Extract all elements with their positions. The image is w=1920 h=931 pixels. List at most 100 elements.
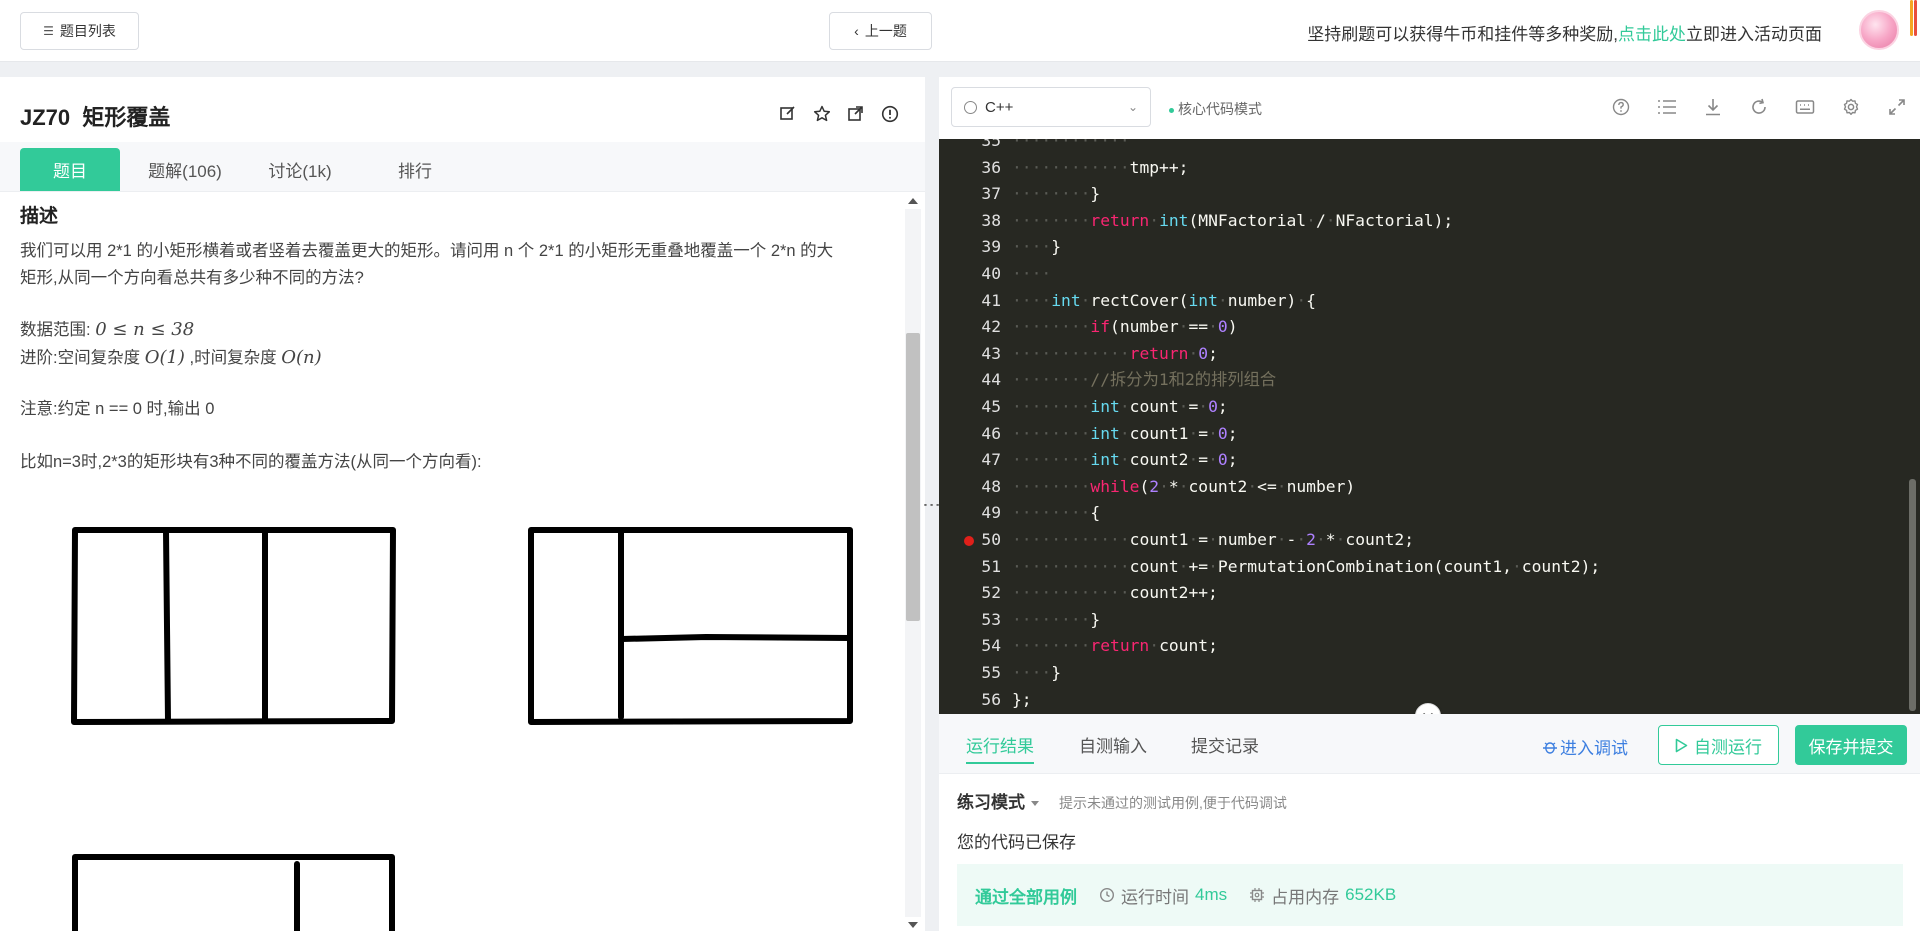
- code-line[interactable]: 38 ········return·int(MNFactorial·/·NFact…: [939, 208, 1920, 234]
- code-line[interactable]: 50 ············count1·=·number·-·2·*·coun…: [939, 527, 1920, 553]
- editor-toolbar: C++ ⌄ 核心代码模式: [939, 77, 1920, 139]
- problem-description: 描述 我们可以用 2*1 的小矩形横着或者竖着去覆盖更大的矩形。请问用 n 个 …: [20, 203, 890, 476]
- scroll-thumb[interactable]: [906, 333, 920, 621]
- edge-decoration: [1910, 0, 1920, 36]
- advance-mid: ,时间复杂度: [189, 349, 277, 367]
- line-number: 35: [981, 139, 1001, 150]
- line-number: 44: [981, 370, 1001, 390]
- editor-tools: [1611, 97, 1907, 117]
- result-tabs-bar: 运行结果 自测输入 提交记录 进入调试 自测运行 保存并提交: [939, 714, 1920, 774]
- code-text: ········int·count2·=·0;: [1012, 450, 1238, 470]
- problem-list-label: 题目列表: [59, 23, 116, 39]
- code-line[interactable]: 35 ············: [939, 139, 1920, 154]
- tiling-illustration-3: [72, 854, 395, 931]
- desc-line-1: 我们可以用 2*1 的小矩形横着或者竖着去覆盖更大的矩形。请问用 n 个 2*1…: [20, 242, 834, 260]
- code-text: };: [1012, 689, 1032, 709]
- code-line[interactable]: 40 ····: [939, 261, 1920, 287]
- language-icon: [964, 100, 977, 114]
- line-number: 51: [981, 556, 1001, 576]
- save-and-submit-button[interactable]: 保存并提交: [1795, 725, 1907, 765]
- code-line[interactable]: 49 ········{: [939, 500, 1920, 526]
- tab-problem[interactable]: 题目: [20, 148, 120, 191]
- code-line[interactable]: 36 ············tmp++;: [939, 155, 1920, 181]
- list-icon: ☰: [43, 24, 54, 38]
- runtime-value: 4ms: [1195, 885, 1228, 904]
- code-text: ····: [1012, 264, 1052, 283]
- reset-icon[interactable]: [1749, 97, 1769, 117]
- self-test-run-button[interactable]: 自测运行: [1658, 725, 1779, 765]
- code-line[interactable]: 54 ········return·count;: [939, 633, 1920, 659]
- code-line[interactable]: 37 ········}: [939, 181, 1920, 207]
- scroll-down-arrow[interactable]: [908, 922, 918, 928]
- prev-problem-button[interactable]: ‹ 上一题: [829, 12, 932, 50]
- code-text: ········return·int(MNFactorial·/·NFactor…: [1012, 210, 1454, 230]
- prev-problem-label: 上一题: [864, 23, 907, 39]
- example-text: 比如n=3时,2*3的矩形块有3种不同的覆盖方法(从同一个方向看):: [20, 453, 482, 471]
- code-line[interactable]: 53 ········}: [939, 607, 1920, 633]
- settings-icon[interactable]: [1841, 97, 1861, 117]
- line-number: 49: [981, 503, 1001, 523]
- code-text: ············count1·=·number·-·2·*·count2…: [1012, 530, 1415, 549]
- problem-title: JZ70 矩形覆盖: [20, 105, 171, 130]
- self-test-run-label: 自测运行: [1694, 737, 1762, 757]
- problem-tools: [778, 104, 899, 123]
- tiling-illustration-1: [71, 527, 396, 725]
- tab-submissions[interactable]: 提交记录: [1191, 714, 1259, 774]
- code-line[interactable]: 41 ····int·rectCover(int·number)·{: [939, 288, 1920, 314]
- section-title: 描述: [20, 206, 59, 227]
- description-scrollbar[interactable]: [905, 195, 921, 931]
- code-line[interactable]: 46 ········int·count1·=·0;: [939, 421, 1920, 447]
- open-external-icon[interactable]: [846, 104, 865, 123]
- space-complexity: O(1): [144, 347, 185, 368]
- memory-value: 652KB: [1345, 885, 1397, 904]
- code-text: ····}: [1012, 237, 1062, 257]
- code-line[interactable]: 51 ············count·+=·PermutationCombin…: [939, 554, 1920, 580]
- line-number: 56: [981, 689, 1001, 709]
- line-number: 55: [981, 663, 1001, 682]
- code-line[interactable]: 45 ········int·count·=·0;: [939, 394, 1920, 420]
- runtime-stat: 运行时间 4ms: [1099, 883, 1227, 908]
- code-line[interactable]: 55 ····}: [939, 660, 1920, 686]
- user-avatar[interactable]: [1859, 10, 1899, 50]
- edit-icon[interactable]: [778, 104, 797, 123]
- code-text: ············tmp++;: [1012, 157, 1189, 177]
- promo-banner: 坚持刷题可以获得牛币和挂件等多种奖励,点击此处立即进入活动页面: [1307, 20, 1822, 45]
- code-line[interactable]: 44 ········//拆分为1和2的排列组合: [939, 367, 1920, 393]
- result-summary: 通过全部用例 运行时间 4ms 占用内存 652KB: [957, 864, 1903, 926]
- download-icon[interactable]: [1703, 97, 1723, 117]
- code-line[interactable]: 42 ········if(number·==·0): [939, 314, 1920, 340]
- advance-label: 进阶:空间复杂度: [20, 349, 141, 367]
- tab-run-result[interactable]: 运行结果: [966, 714, 1034, 774]
- desc-line-2: 矩形,从同一个方向看总共有多少种不同的方法?: [20, 269, 364, 287]
- tab-solutions[interactable]: 题解(106): [135, 148, 235, 191]
- note: 注意:约定 n == 0 时,输出 0: [20, 400, 215, 418]
- promo-link[interactable]: 点击此处: [1618, 25, 1686, 44]
- help-icon[interactable]: [1611, 97, 1631, 117]
- code-editor[interactable]: 35 ············ 36 ············tmp++; 37 ····…: [939, 139, 1920, 714]
- fullscreen-icon[interactable]: [1887, 97, 1907, 117]
- tab-ranking[interactable]: 排行: [365, 148, 465, 191]
- clock-icon: [1099, 887, 1115, 903]
- code-line[interactable]: 52 ············count2++;: [939, 580, 1920, 606]
- result-panel: 练习模式 提示未通过的测试用例,便于代码调试 您的代码已保存 通过全部用例 运行…: [939, 774, 1920, 931]
- code-line[interactable]: 47 ········int·count2·=·0;: [939, 447, 1920, 473]
- tab-custom-input[interactable]: 自测输入: [1079, 714, 1147, 774]
- scroll-up-arrow[interactable]: [908, 198, 918, 204]
- language-select[interactable]: C++ ⌄: [951, 87, 1151, 127]
- code-line[interactable]: 43 ············return·0;: [939, 341, 1920, 367]
- line-number: 41: [981, 290, 1001, 310]
- code-text: ········//拆分为1和2的排列组合: [1012, 370, 1277, 390]
- keyboard-icon[interactable]: [1795, 97, 1815, 117]
- practice-mode-dropdown[interactable]: 练习模式: [957, 788, 1039, 813]
- star-icon[interactable]: [812, 104, 831, 123]
- problem-tabs: 题目 题解(106) 讨论(1k) 排行: [0, 142, 925, 192]
- enter-debug-link[interactable]: 进入调试: [1542, 734, 1628, 759]
- list-icon[interactable]: [1657, 97, 1677, 117]
- panel-splitter[interactable]: ⋮: [922, 77, 942, 931]
- problem-list-button[interactable]: ☰ 题目列表: [20, 12, 139, 50]
- code-line[interactable]: 39 ····}: [939, 234, 1920, 260]
- tab-discussion[interactable]: 讨论(1k): [250, 148, 350, 191]
- tiling-illustration-2: [528, 527, 853, 725]
- report-icon[interactable]: [880, 104, 899, 123]
- code-line[interactable]: 48 ········while(2·*·count2·<=·number): [939, 474, 1920, 500]
